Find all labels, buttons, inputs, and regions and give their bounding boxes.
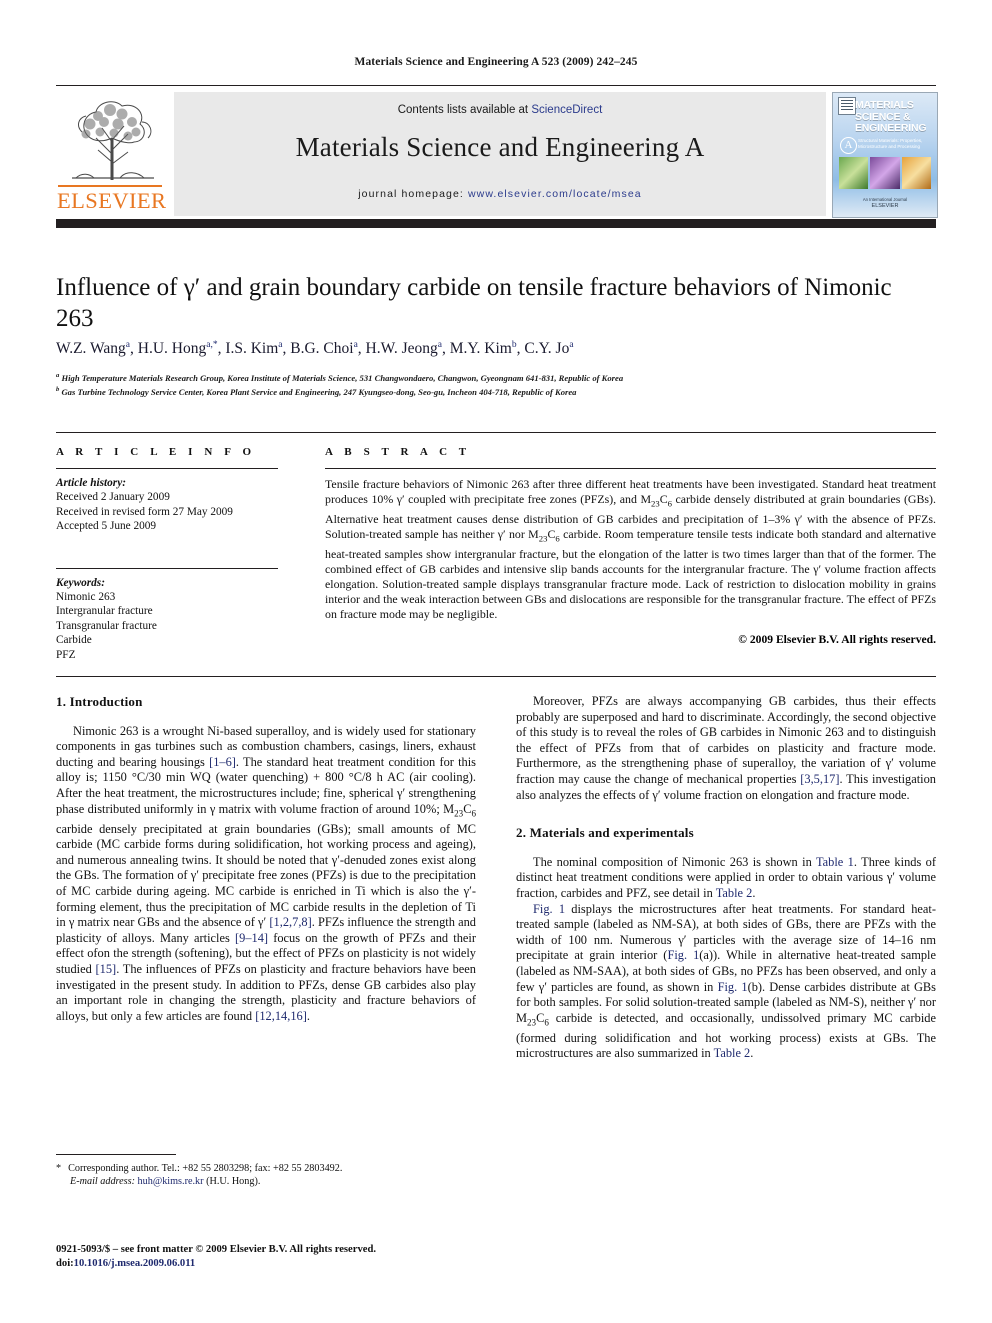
journal-cover-thumbnail: MATERIALS SCIENCE & ENGINEERING A Struct…	[832, 92, 938, 218]
page-title: Influence of γ′ and grain boundary carbi…	[56, 274, 892, 332]
keywords-rule	[56, 567, 278, 569]
intro-paragraph-2: Moreover, PFZs are always accompanying G…	[516, 694, 937, 802]
section-heading-introduction: 1. Introduction	[56, 694, 143, 709]
sciencedirect-link[interactable]: ScienceDirect	[531, 104, 602, 116]
affiliations: a High Temperature Materials Research Gr…	[56, 370, 936, 399]
section-heading-materials: 2. Materials and experimentals	[516, 825, 694, 841]
elsevier-rule	[58, 185, 162, 187]
cover-footer-line2: ELSEVIER	[871, 203, 899, 209]
keywords-block: Keywords: Nimonic 263 Intergranular frac…	[56, 576, 284, 662]
body-column-right: Moreover, PFZs are always accompanying G…	[516, 694, 936, 1062]
corresponding-author-note: * Corresponding author. Tel.: +82 55 2803…	[56, 1162, 476, 1188]
cover-micrograph-1	[839, 157, 869, 189]
cover-micrograph-3	[901, 157, 931, 189]
article-history-item: Received 2 January 2009	[56, 491, 170, 504]
running-head: Materials Science and Engineering A 523 …	[354, 56, 638, 68]
cover-series-letter: A	[840, 137, 857, 154]
keyword-item: PFZ	[56, 648, 76, 661]
body-column-left: 1. Introduction Nimonic 263 is a wrought…	[56, 694, 476, 1024]
elsevier-logo: ELSEVIER	[56, 92, 168, 216]
doi-link[interactable]: 10.1016/j.msea.2009.06.011	[74, 1258, 196, 1269]
contents-available-line: Contents lists available at ScienceDirec…	[174, 104, 826, 116]
footnote-rule	[56, 1154, 176, 1155]
keywords-label: Keywords:	[56, 576, 105, 589]
corresponding-author-line: * Corresponding author. Tel.: +82 55 2803…	[56, 1163, 343, 1174]
affiliation-b: b Gas Turbine Technology Service Center,…	[56, 386, 577, 398]
keyword-item: Carbide	[56, 634, 92, 647]
article-history-item: Received in revised form 27 May 2009	[56, 505, 233, 518]
elsevier-tree-icon	[72, 101, 154, 180]
band-bottom-rule	[56, 676, 936, 677]
band-top-rule	[56, 432, 936, 433]
affiliation-a: a High Temperature Materials Research Gr…	[56, 372, 624, 383]
cover-micrograph-strip	[839, 157, 931, 189]
email-label: E-mail address:	[70, 1176, 135, 1188]
cover-footer: An International Journal ELSEVIER	[833, 197, 937, 209]
doi-line: doi:10.1016/j.msea.2009.06.011	[56, 1257, 476, 1271]
email-owner: (H.U. Hong).	[206, 1176, 261, 1188]
abstract-body: Tensile fracture behaviors of Nimonic 26…	[325, 477, 936, 622]
cover-publisher-icon	[838, 97, 856, 115]
keyword-item: Nimonic 263	[56, 591, 116, 604]
paper-page: Materials Science and Engineering A 523 …	[0, 0, 992, 1323]
journal-homepage-line: journal homepage: www.elsevier.com/locat…	[174, 188, 826, 200]
elsevier-wordmark: ELSEVIER	[57, 188, 167, 213]
article-history-block: Article history: Received 2 January 2009…	[56, 476, 284, 534]
keyword-item: Transgranular fracture	[56, 619, 157, 632]
masthead-divider	[56, 219, 936, 228]
issn-copyright-block: 0921-5093/$ – see front matter © 2009 El…	[56, 1243, 476, 1272]
affiliation-b-text: Gas Turbine Technology Service Center, K…	[61, 387, 577, 398]
affiliation-a-text: High Temperature Materials Research Grou…	[61, 372, 624, 383]
cover-title: MATERIALS SCIENCE & ENGINEERING	[855, 99, 927, 134]
abstract-rule	[325, 468, 936, 469]
homepage-url-link[interactable]: www.elsevier.com/locate/msea	[468, 188, 642, 200]
cover-subtitle: Structural Materials: Properties, Micros…	[858, 138, 923, 149]
article-info-heading: A R T I C L E I N F O	[56, 446, 256, 458]
article-info-column: A R T I C L E I N F O Article history: R…	[56, 446, 284, 662]
materials-paragraph-1: The nominal composition of Nimonic 263 i…	[516, 854, 936, 900]
doi-label: doi:	[56, 1258, 74, 1270]
homepage-prefix: journal homepage:	[358, 188, 468, 200]
issn-line: 0921-5093/$ – see front matter © 2009 El…	[56, 1244, 376, 1255]
email-line: E-mail address: huh@kims.re.kr (H.U. Hon…	[56, 1175, 476, 1188]
intro-paragraph-1: Nimonic 263 is a wrought Ni-based supera…	[56, 723, 477, 1023]
journal-masthead: ELSEVIER Contents lists available at Sci…	[56, 85, 938, 220]
abstract-heading: A B S T R A C T	[325, 446, 471, 458]
article-history-label: Article history:	[56, 477, 126, 489]
email-link[interactable]: huh@kims.re.kr	[138, 1176, 204, 1187]
contents-prefix: Contents lists available at	[397, 104, 532, 116]
abstract-copyright: © 2009 Elsevier B.V. All rights reserved…	[738, 632, 936, 646]
journal-title: Materials Science and Engineering A	[295, 132, 705, 162]
journal-header-box: Contents lists available at ScienceDirec…	[174, 92, 826, 216]
article-info-rule	[56, 468, 278, 469]
materials-paragraph-2: Fig. 1 displays the microstructures afte…	[516, 901, 936, 1061]
author-list: W.Z. Wanga, H.U. Honga,*, I.S. Kima, B.G…	[56, 340, 574, 358]
cover-micrograph-2	[870, 157, 900, 189]
abstract-column: A B S T R A C T Tensile fracture behavio…	[325, 446, 936, 646]
article-history-item: Accepted 5 June 2009	[56, 520, 157, 533]
keyword-item: Intergranular fracture	[56, 605, 153, 618]
